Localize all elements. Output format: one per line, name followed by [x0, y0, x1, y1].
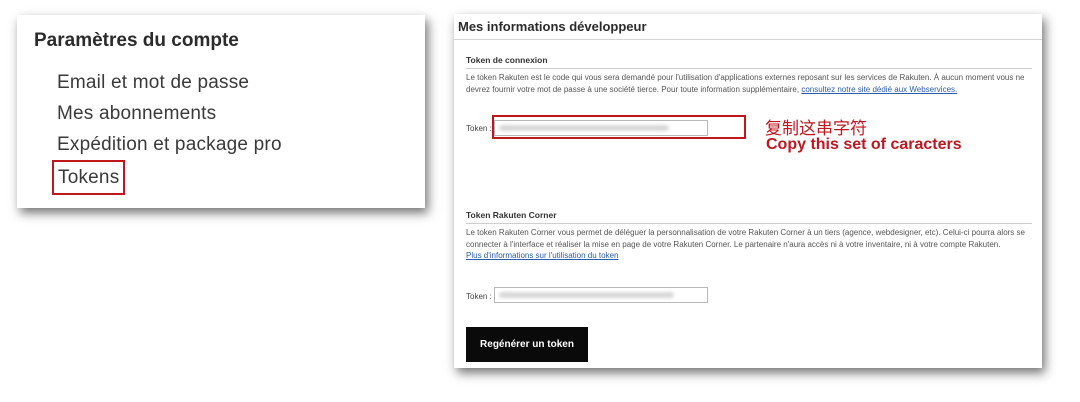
menu-item-label: Email et mot de passe — [57, 72, 250, 93]
redacted-token-value — [499, 292, 674, 298]
account-settings-card: Paramètres du compte Email et mot de pas… — [17, 15, 425, 208]
section-divider — [466, 68, 1032, 69]
connection-token-description: Le token Rakuten est le code qui vous se… — [466, 72, 1034, 95]
section-divider — [466, 223, 1032, 224]
menu-item-shipping-package[interactable]: Expédition et package pro — [57, 129, 282, 160]
corner-token-label: Token : — [466, 292, 492, 301]
account-settings-title: Paramètres du compte — [34, 30, 239, 51]
title-divider — [454, 39, 1042, 40]
token-highlight-box — [492, 115, 746, 139]
connection-token-heading: Token de connexion — [466, 55, 548, 65]
corner-token-text: Le token Rakuten Corner vous permet de d… — [466, 228, 1025, 249]
webservices-link[interactable]: consultez notre site dédié aux Webservic… — [801, 85, 957, 94]
developer-info-card: Mes informations développeur Token de co… — [454, 14, 1042, 368]
connection-token-label: Token : — [466, 124, 492, 133]
menu-item-label: Mes abonnements — [57, 103, 217, 124]
menu-item-label: Expédition et package pro — [57, 134, 282, 155]
tokens-highlighted-label: Tokens — [52, 160, 126, 195]
token-info-link[interactable]: Plus d'informations sur l'utilisation du… — [466, 251, 618, 260]
developer-info-title: Mes informations développeur — [458, 19, 647, 34]
corner-token-field[interactable] — [494, 287, 708, 303]
account-settings-menu: Email et mot de passe Mes abonnements Ex… — [52, 67, 282, 195]
corner-token-heading: Token Rakuten Corner — [466, 210, 557, 220]
regenerate-token-button[interactable]: Regénérer un token — [466, 327, 588, 362]
annotation-english: Copy this set of caracters — [766, 136, 962, 153]
menu-item-email-password[interactable]: Email et mot de passe — [57, 67, 282, 98]
menu-item-subscriptions[interactable]: Mes abonnements — [57, 98, 282, 129]
menu-item-tokens[interactable]: Tokens — [52, 160, 282, 195]
corner-token-description: Le token Rakuten Corner vous permet de d… — [466, 227, 1034, 262]
